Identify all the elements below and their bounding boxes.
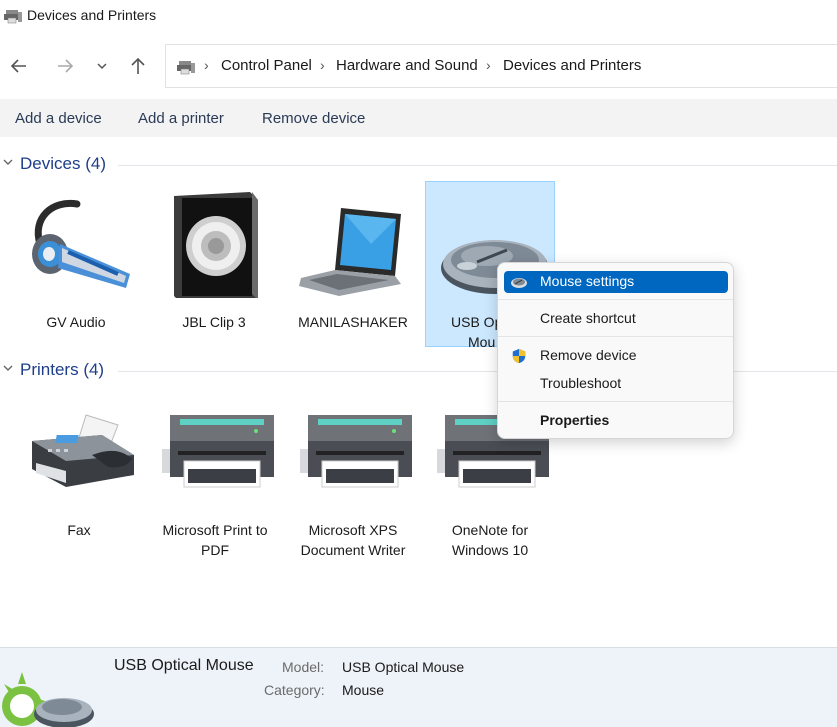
printer-label-line1: OneNote for bbox=[451, 522, 529, 538]
device-label-line2: Mou bbox=[468, 334, 496, 350]
printer-label-line2: Windows 10 bbox=[451, 542, 529, 558]
window-title: Devices and Printers bbox=[27, 7, 157, 23]
printer-label: Microsoft Print to PDF bbox=[144, 520, 286, 560]
forward-button[interactable] bbox=[53, 54, 77, 78]
add-printer-button[interactable]: Add a printer bbox=[138, 110, 224, 127]
remove-device-button[interactable]: Remove device bbox=[262, 110, 365, 127]
device-label-line1: USB Op bbox=[451, 314, 503, 330]
command-bar: Add a device Add a printer Remove device bbox=[0, 99, 837, 137]
device-label: JBL Clip 3 bbox=[182, 314, 246, 330]
address-bar[interactable]: › Control Panel › Hardware and Sound › D… bbox=[165, 44, 837, 88]
chevron-right-icon: › bbox=[204, 57, 209, 73]
details-category-value: Mouse bbox=[342, 682, 385, 698]
group-title-text: Printers bbox=[20, 360, 79, 379]
mouse-icon bbox=[2, 672, 94, 727]
menu-item-label: Properties bbox=[540, 412, 610, 428]
printer-label-line2: PDF bbox=[201, 542, 229, 558]
headset-icon bbox=[32, 199, 130, 288]
menu-item-label: Remove device bbox=[540, 347, 637, 363]
navigation-bar: › Control Panel › Hardware and Sound › D… bbox=[0, 40, 837, 92]
printer-icon bbox=[162, 415, 274, 488]
printer-label: Fax bbox=[8, 520, 150, 540]
printer-label-line1: Microsoft XPS bbox=[308, 522, 398, 538]
printers-group-title: Printers (4) bbox=[20, 360, 104, 380]
breadcrumb-hardware-and-sound[interactable]: Hardware and Sound bbox=[336, 57, 478, 74]
printer-icon bbox=[300, 415, 412, 488]
details-device-name: USB Optical Mouse bbox=[114, 657, 254, 674]
devices-printers-icon bbox=[4, 10, 22, 24]
devices-group-header[interactable]: Devices (4) bbox=[0, 152, 837, 178]
printer-microsoft-xps-document-writer[interactable]: Microsoft XPS Document Writer bbox=[288, 405, 418, 565]
menu-separator bbox=[498, 336, 733, 337]
printer-fax[interactable]: Fax bbox=[14, 405, 144, 565]
menu-item-remove-device[interactable]: Remove device bbox=[504, 345, 728, 367]
mouse-icon bbox=[511, 278, 527, 288]
arrow-left-icon bbox=[10, 59, 26, 73]
devices-printers-icon bbox=[177, 61, 195, 75]
menu-item-properties[interactable]: Properties bbox=[504, 410, 728, 432]
group-divider bbox=[118, 165, 837, 166]
laptop-icon bbox=[299, 208, 401, 296]
details-model-value: USB Optical Mouse bbox=[342, 659, 465, 675]
menu-item-label: Troubleshoot bbox=[540, 375, 622, 391]
speaker-icon bbox=[174, 192, 258, 298]
menu-separator bbox=[498, 401, 733, 402]
up-button[interactable] bbox=[126, 54, 150, 78]
device-gv-audio[interactable]: GV Audio bbox=[11, 182, 141, 348]
menu-item-create-shortcut[interactable]: Create shortcut bbox=[504, 308, 728, 330]
shield-icon bbox=[512, 348, 526, 364]
details-category-label: Category: bbox=[264, 682, 325, 698]
breadcrumb-devices-and-printers[interactable]: Devices and Printers bbox=[503, 57, 641, 74]
details-model-label: Model: bbox=[282, 659, 325, 675]
menu-item-label: Create shortcut bbox=[540, 310, 636, 326]
printer-label-line2: Document Writer bbox=[300, 542, 406, 558]
chevron-right-icon[interactable]: › bbox=[320, 57, 325, 73]
recent-locations-button[interactable] bbox=[90, 54, 114, 78]
menu-item-troubleshoot[interactable]: Troubleshoot bbox=[504, 373, 728, 395]
title-bar: Devices and Printers bbox=[0, 0, 837, 32]
device-label: MANILASHAKER bbox=[298, 314, 408, 330]
menu-item-label: Mouse settings bbox=[540, 273, 635, 289]
printer-label-line1: Fax bbox=[67, 522, 91, 538]
printer-microsoft-print-to-pdf[interactable]: Microsoft Print to PDF bbox=[150, 405, 280, 565]
group-count: (4) bbox=[83, 360, 105, 379]
device-jbl-clip-3[interactable]: JBL Clip 3 bbox=[149, 182, 279, 348]
details-pane: USB Optical Mouse Model: USB Optical Mou… bbox=[0, 647, 837, 727]
chevron-down-icon[interactable] bbox=[2, 156, 14, 168]
devices-group-title: Devices (4) bbox=[20, 154, 106, 174]
device-manilashaker[interactable]: MANILASHAKER bbox=[288, 182, 418, 348]
printer-label: OneNote for Windows 10 bbox=[419, 520, 561, 560]
fax-icon bbox=[32, 414, 134, 487]
menu-item-mouse-settings[interactable]: Mouse settings bbox=[504, 271, 728, 293]
arrow-right-icon bbox=[58, 59, 74, 73]
chevron-down-icon[interactable] bbox=[2, 362, 14, 374]
group-title-text: Devices bbox=[20, 154, 81, 173]
chevron-right-icon[interactable]: › bbox=[486, 57, 491, 73]
context-menu: Mouse settings Create shortcut Remove de… bbox=[497, 262, 734, 439]
add-device-button[interactable]: Add a device bbox=[15, 110, 102, 127]
back-button[interactable] bbox=[7, 54, 31, 78]
device-label: GV Audio bbox=[46, 314, 106, 330]
arrow-up-icon bbox=[131, 57, 145, 74]
menu-separator bbox=[498, 299, 733, 300]
chevron-down-icon bbox=[97, 63, 107, 70]
printer-label: Microsoft XPS Document Writer bbox=[282, 520, 424, 560]
group-count: (4) bbox=[85, 154, 106, 173]
printer-label-line1: Microsoft Print to bbox=[162, 522, 268, 538]
breadcrumb-control-panel[interactable]: Control Panel bbox=[221, 57, 312, 74]
